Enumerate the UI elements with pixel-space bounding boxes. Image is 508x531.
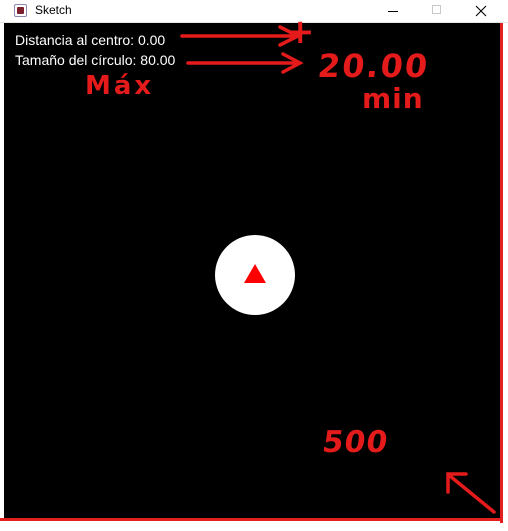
annotation-five-hundred: 500 [320,425,391,460]
app-icon [14,4,27,17]
window-title: Sketch [35,3,72,17]
window-titlebar: Sketch [0,0,508,23]
maximize-button[interactable] [414,0,460,22]
close-icon [475,5,487,17]
close-button[interactable] [458,0,504,22]
minimize-button[interactable] [370,0,416,22]
annotation-twenty: 20.00 [316,47,432,85]
annotation-min: min [362,82,424,115]
red-triangle-marker [244,264,266,283]
annotation-plus: + [286,12,315,52]
annotation-max: Máx [85,71,155,101]
distance-readout: Distancia al centro: 0.00 [15,32,166,48]
circle-size-readout: Tamaño del círculo: 80.00 [15,52,176,68]
sketch-canvas[interactable]: Distancia al centro: 0.00 Tamaño del cír… [4,23,500,521]
annotation-right-edge-line [500,23,503,523]
annotation-bottom-edge-line [0,518,503,521]
